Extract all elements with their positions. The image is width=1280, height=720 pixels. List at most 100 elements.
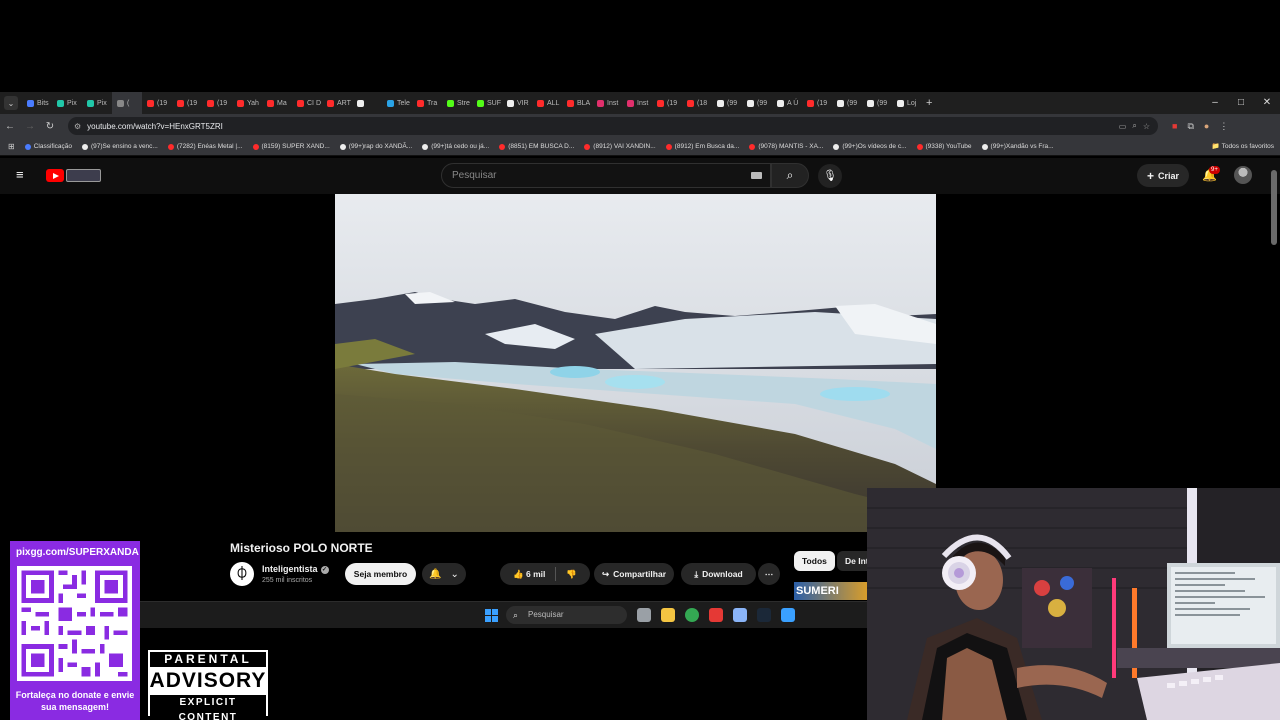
browser-tab[interactable]: (19 — [652, 92, 682, 114]
tab-search-button[interactable]: ⌄ — [4, 96, 18, 110]
all-bookmarks-folder[interactable]: 📁 Todos os favoritos — [1212, 138, 1274, 155]
browser-tab[interactable]: ( — [112, 92, 142, 114]
browser-tab[interactable]: A Ú — [772, 92, 802, 114]
zoom-icon[interactable]: ⌕ — [1132, 121, 1136, 131]
tab-label: ( — [127, 99, 130, 107]
bookmark-item[interactable]: (8912) VAI XANDIN... — [584, 143, 656, 150]
tab-favicon-icon — [357, 99, 364, 107]
page-scrollbar[interactable] — [1271, 170, 1277, 245]
taskbar-steam-icon[interactable] — [757, 608, 771, 622]
account-avatar[interactable] — [1234, 166, 1252, 184]
browser-tab[interactable]: Stre — [442, 92, 472, 114]
browser-tab[interactable]: (99 — [862, 92, 892, 114]
browser-tab[interactable]: (18 — [682, 92, 712, 114]
browser-tab[interactable]: (19 — [802, 92, 832, 114]
keyboard-icon[interactable] — [751, 172, 762, 179]
apps-grid-icon[interactable]: ⊞ — [8, 142, 15, 151]
back-icon[interactable]: ← — [0, 121, 20, 132]
extension-icon[interactable]: ■ — [1172, 121, 1177, 132]
browser-tab[interactable]: Loj — [892, 92, 922, 114]
bookmark-item[interactable]: Classificação — [24, 143, 72, 150]
browser-tab[interactable] — [352, 92, 382, 114]
browser-tab[interactable]: Yah — [232, 92, 262, 114]
maximize-button[interactable]: □ — [1228, 92, 1254, 114]
bookmark-item[interactable]: (8851) EM BUSCA D... — [499, 143, 574, 150]
bookmark-item[interactable]: (99+)Xandão vs Fra... — [981, 143, 1054, 150]
address-bar[interactable]: ⚙ youtube.com/watch?v=HEnxGRT5ZRI ▭ ⌕ ☆ — [68, 117, 1158, 135]
forward-icon[interactable]: → — [20, 121, 40, 132]
menu-kebab-icon[interactable]: ⋮ — [1219, 121, 1228, 132]
bookmark-item[interactable]: (99+)Os vídeos de c... — [833, 143, 907, 150]
taskbar-task-view-icon[interactable] — [637, 608, 651, 622]
menu-icon[interactable]: ≡ — [16, 168, 28, 181]
taskbar-chrome-icon[interactable] — [685, 608, 699, 622]
browser-tab[interactable]: ALL — [532, 92, 562, 114]
subscription-bell-button[interactable]: 🔔 ⌄ — [422, 563, 466, 585]
taskbar-search[interactable]: Pesquisar — [506, 606, 627, 624]
channel-avatar[interactable]: ⏀ — [230, 562, 254, 586]
browser-tab[interactable]: Pix — [82, 92, 112, 114]
youtube-logo-icon[interactable] — [46, 169, 64, 182]
thumbnail-text: SUMERI — [796, 585, 839, 597]
like-button[interactable]: 👍 6 mil — [513, 569, 545, 580]
extensions-puzzle-icon[interactable]: ⧉ — [1187, 121, 1193, 132]
browser-tab[interactable]: (99 — [742, 92, 772, 114]
close-window-button[interactable]: ✕ — [1254, 92, 1280, 114]
bookmark-item[interactable]: (9078) MANTIS - XA... — [749, 143, 823, 150]
taskbar-file-explorer-icon[interactable] — [661, 608, 675, 622]
browser-tab[interactable]: Tele — [382, 92, 412, 114]
install-icon[interactable]: ▭ — [1119, 122, 1127, 131]
site-info-icon[interactable]: ⚙ — [74, 122, 81, 131]
browser-tab[interactable]: Pix — [52, 92, 82, 114]
recommended-thumbnail[interactable]: SUMERI — [794, 582, 867, 600]
download-button[interactable]: ⤓ Download — [681, 563, 756, 585]
bookmark-item[interactable]: (9338) YouTube — [916, 143, 972, 150]
bookmark-item[interactable]: (97)Se ensino a venc... — [82, 143, 158, 150]
bookmark-item[interactable]: (99+)rap do XANDÃ... — [339, 143, 412, 150]
tab-list: Bits Pix Pix ((19 (19 (19 Yah Ma CI D ART Tele Tra S… — [22, 92, 922, 114]
windows-taskbar: Pesquisar — [140, 601, 867, 628]
browser-tab[interactable]: (99 — [712, 92, 742, 114]
browser-tab[interactable]: CI D — [292, 92, 322, 114]
bookmark-star-icon[interactable]: ☆ — [1143, 122, 1150, 131]
dislike-icon[interactable]: 👎 — [566, 569, 577, 580]
search-input[interactable]: Pesquisar — [441, 163, 771, 188]
bookmark-item[interactable]: (8912) Em Busca da... — [665, 143, 739, 150]
reload-icon[interactable]: ↻ — [40, 121, 60, 132]
bookmark-item[interactable]: (99+)tá cedo ou já... — [422, 143, 489, 150]
browser-tab[interactable]: (19 — [202, 92, 232, 114]
taskbar-settings-icon[interactable] — [733, 608, 747, 622]
browser-tab[interactable]: (19 — [172, 92, 202, 114]
chip-all[interactable]: Todos — [794, 551, 835, 571]
browser-tab[interactable]: Ma — [262, 92, 292, 114]
create-button[interactable]: + Criar — [1137, 164, 1189, 187]
browser-tab[interactable]: BLA — [562, 92, 592, 114]
share-button[interactable]: ↪ Compartilhar — [594, 563, 674, 585]
browser-tab[interactable]: SUF — [472, 92, 502, 114]
profile-icon[interactable]: ● — [1204, 121, 1209, 132]
browser-tab[interactable]: VIR — [502, 92, 532, 114]
voice-search-button[interactable]: 🎙 — [818, 164, 842, 188]
video-player[interactable] — [335, 194, 936, 532]
youtube-logo-wordmark[interactable] — [66, 169, 101, 182]
browser-tab[interactable]: (99 — [832, 92, 862, 114]
browser-tab[interactable]: Inst — [592, 92, 622, 114]
bookmark-favicon-icon — [916, 143, 923, 150]
taskbar-obs-icon[interactable] — [709, 608, 723, 622]
minimize-button[interactable]: – — [1202, 92, 1228, 114]
new-tab-button[interactable]: + — [926, 97, 932, 109]
taskbar-app-icon[interactable] — [781, 608, 795, 622]
browser-tab[interactable]: Tra — [412, 92, 442, 114]
browser-tab[interactable]: (19 — [142, 92, 172, 114]
bookmark-item[interactable]: (7282) Enéas Metal |... — [167, 143, 243, 150]
tab-favicon-icon — [837, 99, 844, 107]
windows-start-icon[interactable] — [485, 609, 498, 622]
join-button[interactable]: Seja membro — [345, 563, 416, 585]
browser-tab[interactable]: Inst — [622, 92, 652, 114]
more-actions-button[interactable]: ⋯ — [758, 563, 780, 585]
bookmark-item[interactable]: (8159) SUPER XAND... — [252, 143, 330, 150]
search-button[interactable]: ⌕ — [771, 163, 809, 188]
browser-tab[interactable]: Bits — [22, 92, 52, 114]
channel-name[interactable]: Inteligentista ✓ — [262, 564, 329, 574]
browser-tab[interactable]: ART — [322, 92, 352, 114]
